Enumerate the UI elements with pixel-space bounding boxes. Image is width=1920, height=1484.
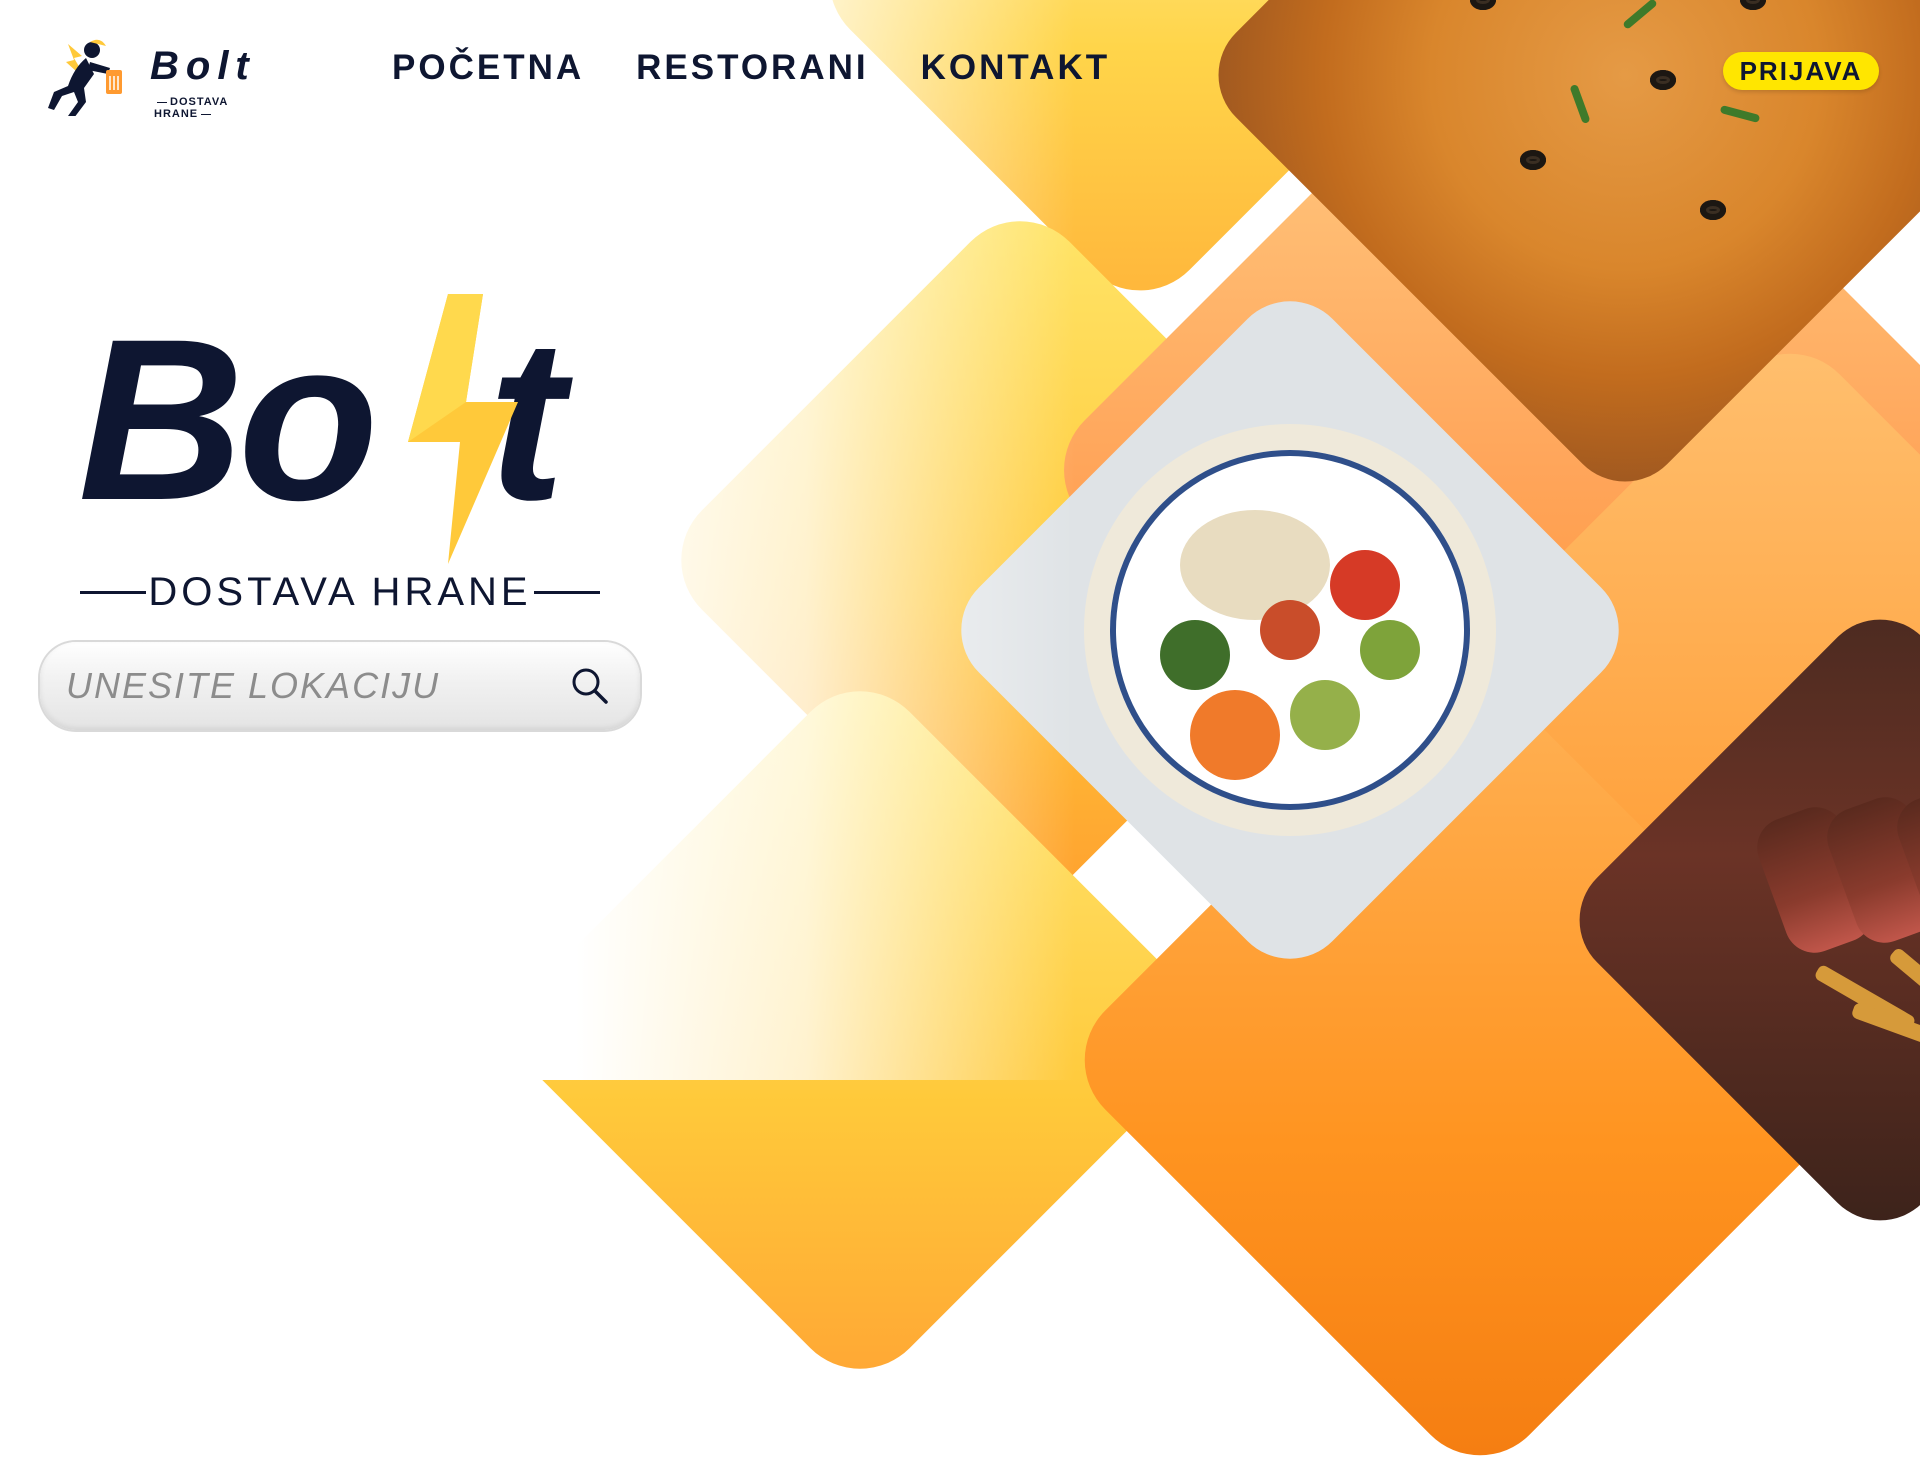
nav-link-kontakt[interactable]: KONTAKT (921, 48, 1111, 88)
location-search-input[interactable] (64, 664, 548, 708)
hero-logo: Bo t (78, 294, 618, 564)
hero-subtitle-text: DOSTAVA HRANE (148, 570, 532, 614)
location-search-bar (40, 642, 640, 730)
hero-subtitle: DOSTAVA HRANE (80, 570, 600, 615)
divider-line (533, 591, 600, 594)
logo-wordmark: Bolt (150, 44, 256, 88)
lightning-bolt-icon (408, 294, 518, 564)
divider-line (80, 591, 146, 594)
header-logo[interactable]: Bolt DOSTAVA HRANE (30, 36, 270, 120)
login-button[interactable]: PRIJAVA (1723, 52, 1879, 90)
search-icon[interactable] (568, 664, 612, 708)
nav-link-pocetna[interactable]: POČETNA (392, 48, 584, 88)
logo-subtitle: DOSTAVA HRANE (154, 96, 270, 120)
main-nav: POČETNA RESTORANI KONTAKT (392, 48, 1110, 88)
nav-link-restorani[interactable]: RESTORANI (636, 48, 869, 88)
runner-icon (48, 39, 122, 116)
